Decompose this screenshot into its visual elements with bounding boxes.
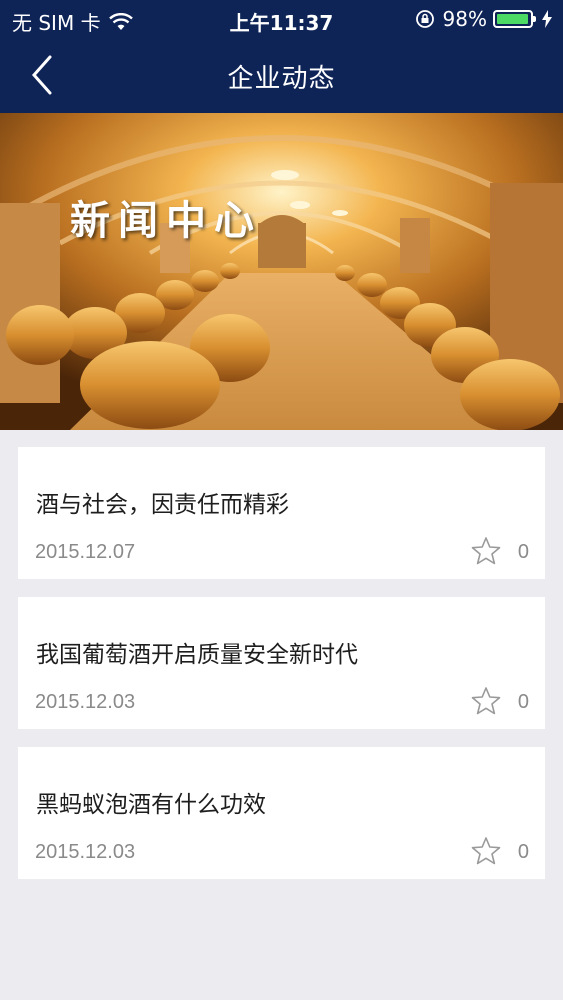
- news-item[interactable]: 我国葡萄酒开启质量安全新时代 2015.12.03 0: [18, 597, 545, 729]
- news-item[interactable]: 酒与社会，因责任而精彩 2015.12.07 0: [18, 447, 545, 579]
- battery-icon: [493, 10, 536, 28]
- like-count: 0: [517, 541, 529, 563]
- charging-icon: [542, 10, 552, 28]
- news-item[interactable]: 黑蚂蚁泡酒有什么功效 2015.12.03 0: [18, 747, 545, 879]
- battery-percent: 98%: [442, 7, 487, 31]
- star-icon[interactable]: [471, 836, 501, 866]
- news-date: 2015.12.03: [35, 691, 136, 713]
- status-bar: 无 SIM 卡 上午11:37 98%: [0, 0, 563, 38]
- news-banner[interactable]: 新闻中心: [0, 113, 563, 430]
- page-title: 企业动态: [227, 64, 336, 94]
- header: 无 SIM 卡 上午11:37 98% 企业动态: [0, 0, 563, 113]
- battery-fill: [497, 14, 529, 24]
- news-date: 2015.12.07: [35, 541, 136, 563]
- news-title: 黑蚂蚁泡酒有什么功效: [36, 792, 266, 818]
- news-date: 2015.12.03: [35, 841, 136, 863]
- banner-title: 新闻中心: [70, 197, 262, 244]
- star-icon[interactable]: [471, 686, 501, 716]
- orientation-lock-icon: [415, 10, 434, 28]
- wine-cellar-image: [0, 113, 563, 430]
- like-count: 0: [517, 691, 529, 713]
- news-title: 酒与社会，因责任而精彩: [36, 492, 289, 518]
- like-count: 0: [517, 841, 529, 863]
- star-icon[interactable]: [471, 536, 501, 566]
- news-title: 我国葡萄酒开启质量安全新时代: [36, 642, 358, 668]
